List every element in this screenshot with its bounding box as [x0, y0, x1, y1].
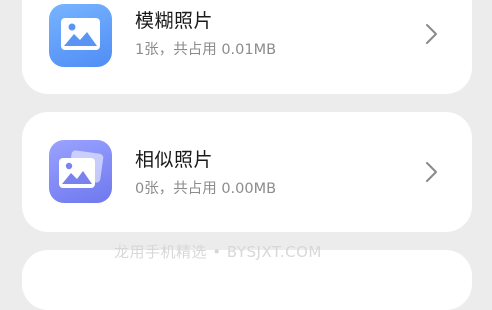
chevron-right-icon[interactable] [424, 161, 438, 183]
blurry-photos-subtitle: 1张，共占用 0.01MB [135, 42, 277, 58]
similar-photos-icon [49, 140, 112, 203]
blurry-photos-card[interactable]: 模糊照片 1张，共占用 0.01MB [22, 0, 472, 94]
blurry-photos-title: 模糊照片 [135, 10, 214, 32]
chevron-right-icon[interactable] [424, 23, 438, 45]
similar-photos-card[interactable]: 相似照片 0张，共占用 0.00MB [22, 112, 472, 232]
similar-photos-subtitle: 0张，共占用 0.00MB [135, 181, 277, 197]
blurry-photo-icon [49, 4, 112, 67]
watermark: 龙用手机精选 • BYSJXT.COM [114, 243, 322, 261]
similar-photos-title: 相似照片 [135, 149, 214, 171]
